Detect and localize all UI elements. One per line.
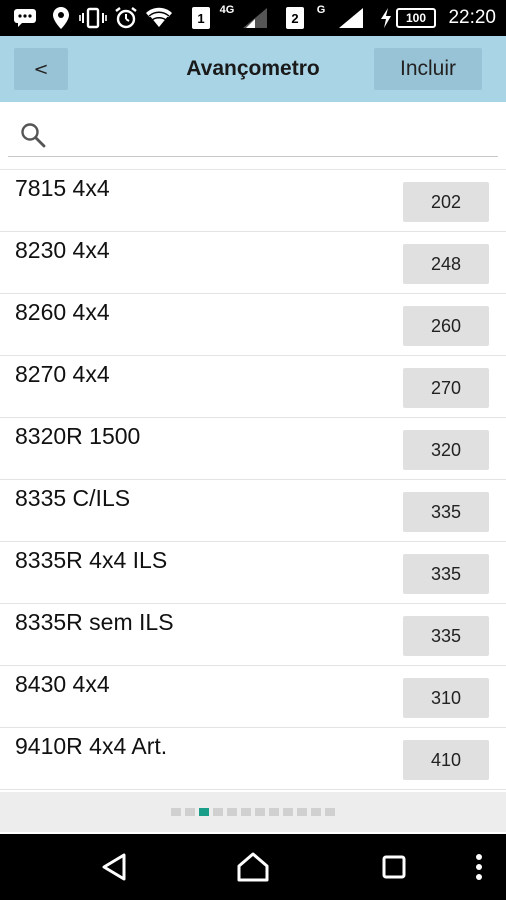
list-item[interactable]: 8430 4x4 310 — [0, 666, 506, 728]
back-triangle-icon — [102, 853, 126, 881]
item-value-badge[interactable]: 310 — [403, 678, 489, 718]
pager-dot[interactable] — [227, 808, 237, 816]
item-value-badge[interactable]: 248 — [403, 244, 489, 284]
status-bar: 1 4G 2 G 100 22:20 — [0, 0, 506, 36]
item-label: 8270 4x4 — [15, 361, 110, 387]
page-indicator[interactable] — [0, 792, 506, 832]
battery-icon: 100 — [394, 0, 438, 36]
list-item[interactable]: 9410R 4x4 Art. 410 — [0, 728, 506, 790]
signal-icon-sim2 — [336, 0, 366, 36]
nav-menu-button[interactable] — [464, 834, 494, 900]
item-label: 8335R sem ILS — [15, 609, 174, 635]
search-bar — [0, 102, 506, 170]
include-button[interactable]: Incluir — [374, 48, 482, 90]
sim1-network-label: 4G — [219, 4, 235, 16]
list-item[interactable]: 7815 4x4 202 — [0, 170, 506, 232]
item-label: 8430 4x4 — [15, 671, 110, 697]
list-item[interactable]: 8260 4x4 260 — [0, 294, 506, 356]
location-icon — [50, 0, 72, 36]
alarm-icon — [112, 0, 140, 36]
charging-icon — [378, 0, 394, 36]
item-label: 7815 4x4 — [15, 175, 110, 201]
item-label: 8335 C/ILS — [15, 485, 131, 511]
list-item[interactable]: 8320R 1500 320 — [0, 418, 506, 480]
item-value-badge[interactable]: 335 — [403, 616, 489, 656]
list-item[interactable]: 8270 4x4 270 — [0, 356, 506, 418]
list-item[interactable]: 8335R 4x4 ILS 335 — [0, 542, 506, 604]
home-icon — [237, 852, 269, 882]
pager-dot[interactable] — [283, 808, 293, 816]
pager-dot[interactable] — [311, 808, 321, 816]
list-item[interactable]: 8335 C/ILS 335 — [0, 480, 506, 542]
app-header: Avançometro < Incluir — [0, 36, 506, 102]
nav-back-button[interactable] — [86, 834, 142, 900]
search-underline — [8, 156, 498, 157]
item-value-badge[interactable]: 410 — [403, 740, 489, 780]
pager-dot[interactable] — [325, 808, 335, 816]
item-label: 9410R 4x4 Art. — [15, 733, 168, 759]
navigation-bar — [0, 834, 506, 900]
nav-home-button[interactable] — [224, 834, 282, 900]
item-label: 8260 4x4 — [15, 299, 110, 325]
item-value-badge[interactable]: 335 — [403, 554, 489, 594]
item-label: 8230 4x4 — [15, 237, 110, 263]
pager-dot[interactable] — [255, 808, 265, 816]
more-vert-icon — [476, 854, 482, 880]
pager-dot[interactable] — [171, 808, 181, 816]
item-value-badge[interactable]: 320 — [403, 430, 489, 470]
status-time: 22:20 — [448, 7, 496, 28]
item-label: 8320R 1500 — [15, 423, 141, 449]
item-list: 7815 4x4 202 8230 4x4 248 8260 4x4 260 8… — [0, 170, 506, 790]
battery-level: 100 — [405, 11, 427, 25]
item-label: 8335R 4x4 ILS — [15, 547, 168, 573]
signal-icon-sim1 — [240, 0, 270, 36]
sim2-network-label: G — [316, 4, 326, 16]
item-value-badge[interactable]: 260 — [403, 306, 489, 346]
item-value-badge[interactable]: 202 — [403, 182, 489, 222]
sim2-icon: 2 — [284, 0, 306, 36]
wifi-icon — [144, 0, 174, 36]
search-input[interactable] — [58, 116, 488, 156]
pager-dot[interactable] — [241, 808, 251, 816]
pager-dot[interactable] — [269, 808, 279, 816]
vibrate-icon — [78, 0, 108, 36]
pager-dot-active[interactable] — [199, 808, 209, 816]
pager-dot[interactable] — [297, 808, 307, 816]
back-button[interactable]: < — [14, 48, 68, 90]
recents-icon — [382, 855, 406, 879]
item-value-badge[interactable]: 270 — [403, 368, 489, 408]
nav-recents-button[interactable] — [366, 834, 422, 900]
list-item[interactable]: 8335R sem ILS 335 — [0, 604, 506, 666]
item-value-badge[interactable]: 335 — [403, 492, 489, 532]
list-item[interactable]: 8230 4x4 248 — [0, 232, 506, 294]
sim1-icon: 1 — [190, 0, 212, 36]
message-icon — [12, 0, 38, 36]
search-icon[interactable] — [20, 122, 46, 148]
pager-dot[interactable] — [213, 808, 223, 816]
pager-dot[interactable] — [185, 808, 195, 816]
